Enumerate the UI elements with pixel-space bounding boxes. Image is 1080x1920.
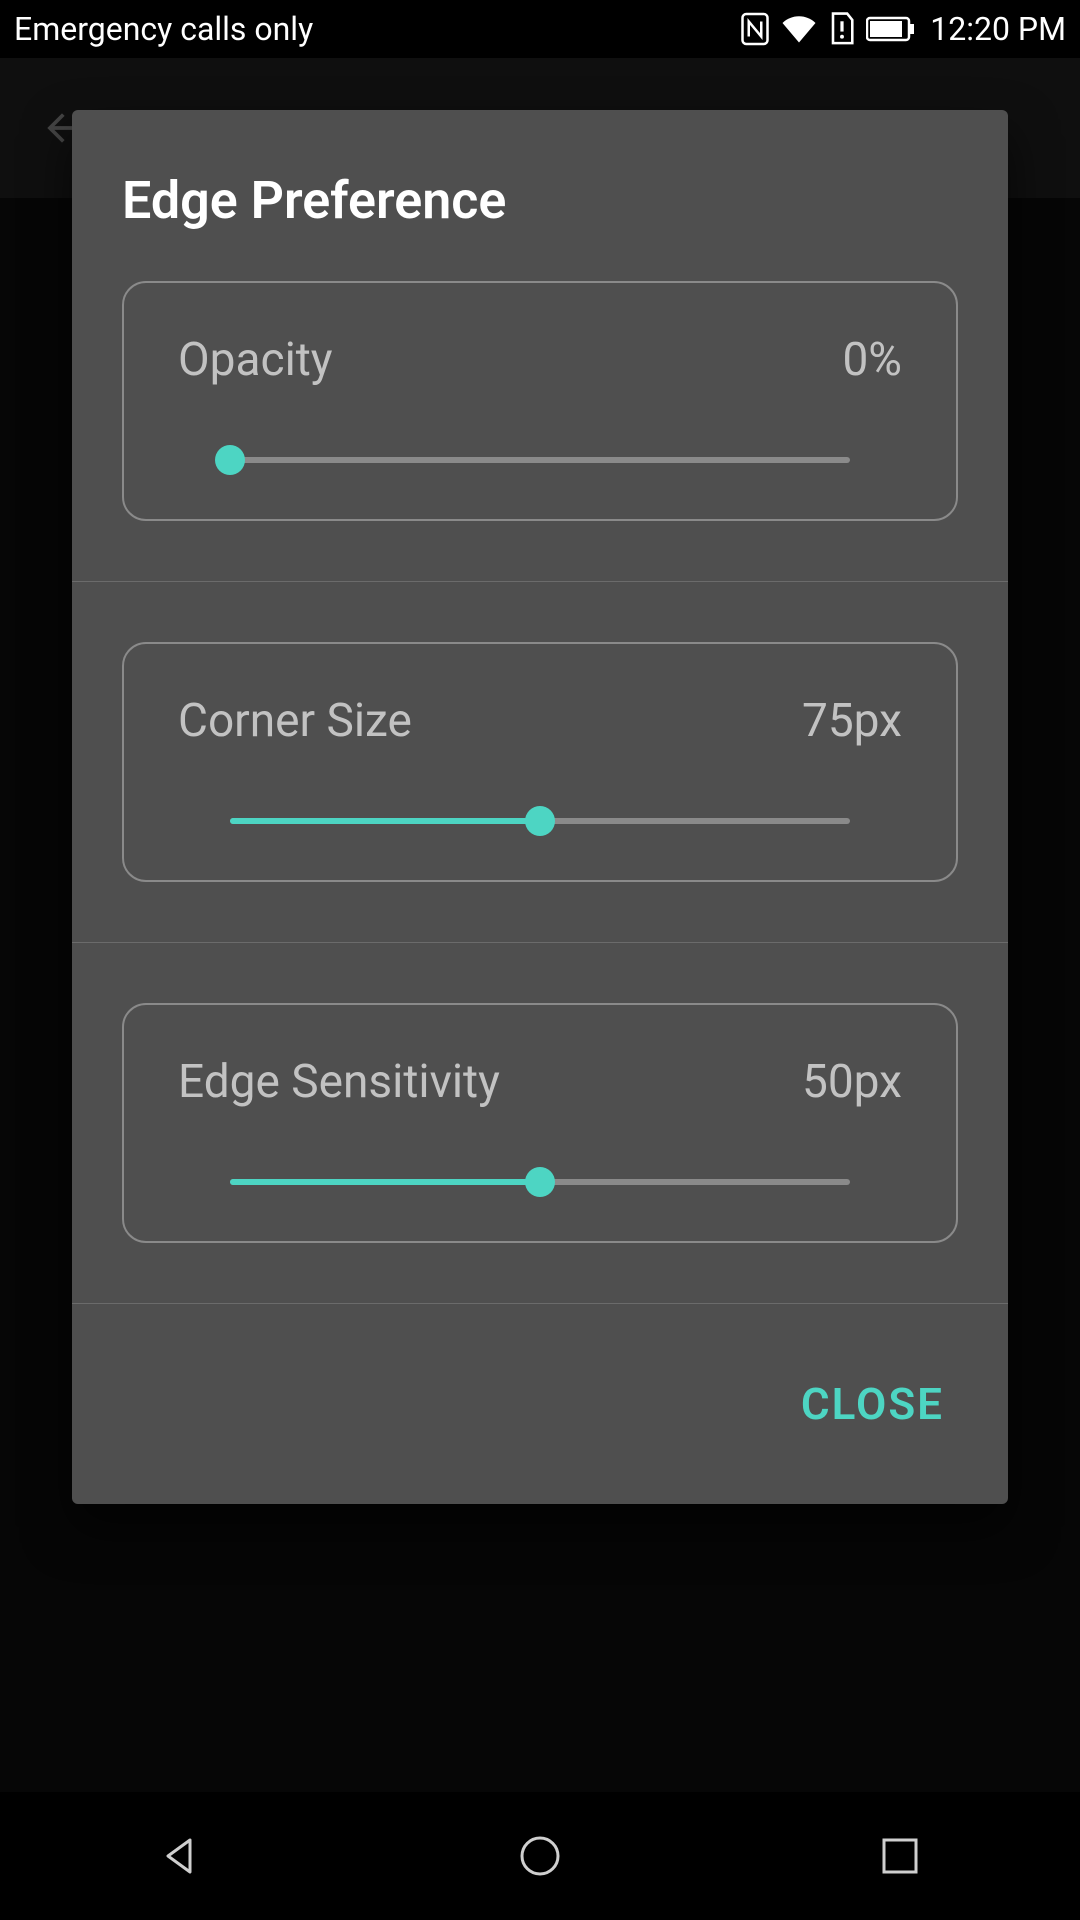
sim-alert-icon <box>828 11 856 47</box>
setting-edge-sensitivity: Edge Sensitivity 50px <box>72 1003 1008 1304</box>
edge-sensitivity-slider[interactable] <box>230 1179 850 1185</box>
corner-size-label: Corner Size <box>178 694 412 748</box>
status-icons: 12:20 PM <box>740 10 1066 48</box>
nav-recent-button[interactable] <box>860 1816 940 1896</box>
corner-size-slider-thumb[interactable] <box>525 806 555 836</box>
corner-size-slider[interactable] <box>230 818 850 824</box>
opacity-value: 0% <box>842 333 902 387</box>
triangle-back-icon <box>156 1832 204 1880</box>
edge-sensitivity-label: Edge Sensitivity <box>178 1055 500 1109</box>
dialog-title: Edge Preference <box>72 110 1008 281</box>
opacity-slider-thumb[interactable] <box>215 445 245 475</box>
clock-text: 12:20 PM <box>930 10 1066 48</box>
circle-home-icon <box>516 1832 564 1880</box>
corner-size-value: 75px <box>802 694 902 748</box>
setting-corner-size: Corner Size 75px <box>72 642 1008 943</box>
carrier-text: Emergency calls only <box>14 10 313 48</box>
edge-sensitivity-slider-thumb[interactable] <box>525 1167 555 1197</box>
nav-home-button[interactable] <box>500 1816 580 1896</box>
edge-preference-dialog: Edge Preference Opacity 0% Corner Size 7… <box>72 110 1008 1504</box>
battery-icon <box>866 15 916 43</box>
edge-sensitivity-value: 50px <box>802 1055 902 1109</box>
nfc-icon <box>740 11 770 47</box>
opacity-slider[interactable] <box>230 457 850 463</box>
edge-sensitivity-slider-fill <box>230 1179 540 1185</box>
nav-back-button[interactable] <box>140 1816 220 1896</box>
navigation-bar <box>0 1792 1080 1920</box>
close-button[interactable]: CLOSE <box>801 1378 944 1430</box>
setting-opacity: Opacity 0% <box>72 281 1008 582</box>
wifi-icon <box>780 14 818 44</box>
dialog-footer: CLOSE <box>72 1304 1008 1504</box>
square-recent-icon <box>878 1834 922 1878</box>
status-bar: Emergency calls only <box>0 0 1080 58</box>
opacity-label: Opacity <box>178 333 333 387</box>
corner-size-slider-fill <box>230 818 540 824</box>
